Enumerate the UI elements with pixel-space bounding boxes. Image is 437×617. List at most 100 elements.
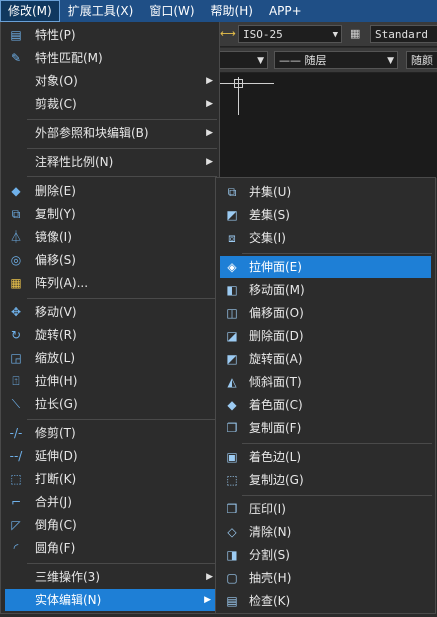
menu-separator [27,298,217,299]
mirror-icon: ⏃ [9,230,22,244]
submenu-item-color-faces[interactable]: ◆ 着色面(C) [216,394,435,416]
rotate-faces-icon: ◩ [226,352,238,366]
menu-window[interactable]: 窗口(W) [141,0,202,22]
menu-separator [242,443,432,444]
check-icon: ▤ [226,594,238,608]
chevron-down-icon: ▼ [387,56,394,66]
fillet-icon: ◜ [13,541,19,555]
submenu-item-copy-edges[interactable]: ⬚ 复制边(G) [216,469,435,491]
extend-icon: --/ [9,449,23,463]
join-icon: ⌐ [10,495,22,509]
menu-extended-tools[interactable]: 扩展工具(X) [60,0,142,22]
menu-item-offset[interactable]: ◎ 偏移(S) [1,249,219,271]
color-edges-icon: ▣ [226,450,238,464]
menu-item-solid-editing[interactable]: 实体编辑(N) ▶ [5,589,217,611]
drawing-canvas[interactable] [216,73,437,178]
menu-item-mirror[interactable]: ⏃ 镜像(I) [1,226,219,248]
stretch-icon: ⍐ [12,374,20,388]
rotate-icon: ↻ [10,328,22,342]
menu-item-fillet[interactable]: ◜ 圆角(F) [1,537,219,559]
submenu-arrow-icon: ▶ [206,157,213,167]
submenu-item-union[interactable]: ⧉ 并集(U) [216,181,435,203]
styles-toolbar: ⟷ ISO-25 ▼ ▦ Standard [216,22,437,47]
menu-item-match-properties[interactable]: ✎ 特性匹配(M) [1,47,219,69]
menu-bar: 修改(M) 扩展工具(X) 窗口(W) 帮助(H) APP+ [0,0,437,22]
menu-item-copy[interactable]: ⧉ 复制(Y) [1,203,219,225]
menu-separator [242,253,432,254]
submenu-arrow-icon: ▶ [206,99,213,109]
menu-item-erase[interactable]: ◆ 删除(E) [1,180,219,202]
submenu-item-check[interactable]: ▤ 检查(K) [216,590,435,612]
menu-help[interactable]: 帮助(H) [203,0,261,22]
dimension-style-combo[interactable]: ISO-25 ▼ [238,25,342,43]
submenu-item-shell[interactable]: ▢ 抽壳(H) [216,567,435,589]
move-faces-icon: ◧ [226,283,238,297]
menu-separator [27,563,217,564]
menu-item-stretch[interactable]: ⍐ 拉伸(H) [1,370,219,392]
menu-item-scale[interactable]: ◲ 缩放(L) [1,347,219,369]
menu-separator [27,419,217,420]
submenu-item-move-faces[interactable]: ◧ 移动面(M) [216,279,435,301]
submenu-arrow-icon: ▶ [206,76,213,86]
menu-item-lengthen[interactable]: ⟍ 拉长(G) [1,393,219,415]
menu-item-break[interactable]: ⬚ 打断(K) [1,468,219,490]
copy-icon: ⧉ [11,207,21,221]
submenu-item-copy-faces[interactable]: ❐ 复制面(F) [216,417,435,439]
shell-icon: ▢ [226,571,238,585]
lengthen-icon: ⟍ [11,397,21,411]
menu-item-chamfer[interactable]: ◸ 倒角(C) [1,514,219,536]
menu-item-move[interactable]: ✥ 移动(V) [1,301,219,323]
submenu-item-rotate-faces[interactable]: ◩ 旋转面(A) [216,348,435,370]
offset-icon: ◎ [10,253,22,267]
match-properties-icon: ✎ [10,51,22,65]
submenu-item-delete-faces[interactable]: ◪ 删除面(D) [216,325,435,347]
menu-item-3d-operations[interactable]: 三维操作(3) ▶ [1,566,219,588]
submenu-arrow-icon: ▶ [206,572,213,582]
submenu-item-intersect[interactable]: ⧈ 交集(I) [216,227,435,249]
submenu-item-separate[interactable]: ◨ 分割(S) [216,544,435,566]
layer-color-combo-tail[interactable]: ▼ [216,51,268,69]
submenu-item-clean[interactable]: ◇ 清除(N) [216,521,435,543]
submenu-item-offset-faces[interactable]: ◫ 偏移面(O) [216,302,435,324]
submenu-item-taper-faces[interactable]: ◭ 倾斜面(T) [216,371,435,393]
lineweight-combo[interactable]: 随颜 [406,51,437,69]
menu-item-xref-block-edit[interactable]: 外部参照和块编辑(B) ▶ [1,122,219,144]
extrude-faces-icon: ◈ [227,260,237,274]
delete-faces-icon: ◪ [226,329,238,343]
taper-faces-icon: ◭ [227,375,237,389]
menu-item-array[interactable]: ▦ 阵列(A)... [1,272,219,294]
chevron-down-icon: ▼ [257,56,264,66]
menu-separator [27,119,217,120]
menu-modify[interactable]: 修改(M) [0,0,60,22]
menu-item-object[interactable]: 对象(O) ▶ [1,70,219,92]
dimension-style-icon: ⟷ [220,27,236,40]
offset-faces-icon: ◫ [226,306,238,320]
copy-faces-icon: ❐ [226,421,238,435]
separate-icon: ◨ [226,548,238,562]
menu-item-trim[interactable]: -/- 修剪(T) [1,422,219,444]
move-icon: ✥ [10,305,22,319]
menu-item-rotate[interactable]: ↻ 旋转(R) [1,324,219,346]
submenu-arrow-icon: ▶ [206,128,213,138]
submenu-item-subtract[interactable]: ◩ 差集(S) [216,204,435,226]
imprint-icon: ❒ [226,502,238,516]
properties-toolbar: ▼ —— 随层 ▼ 随颜 [216,48,437,73]
submenu-item-imprint[interactable]: ❒ 压印(I) [216,498,435,520]
chevron-down-icon: ▼ [332,30,338,40]
intersect-icon: ⧈ [228,231,236,245]
text-style-combo[interactable]: Standard [370,25,437,43]
scale-icon: ◲ [10,351,22,365]
linetype-combo[interactable]: —— 随层 ▼ [274,51,398,69]
properties-icon: ▤ [10,28,22,42]
menu-item-join[interactable]: ⌐ 合并(J) [1,491,219,513]
menu-item-extend[interactable]: --/ 延伸(D) [1,445,219,467]
submenu-item-extrude-faces[interactable]: ◈ 拉伸面(E) [220,256,431,278]
menu-item-clip[interactable]: 剪裁(C) ▶ [1,93,219,115]
copy-edges-icon: ⬚ [226,473,238,487]
chamfer-icon: ◸ [11,518,21,532]
eraser-icon: ◆ [11,184,21,198]
menu-item-properties[interactable]: ▤ 特性(P) [1,24,219,46]
menu-item-annotative-scale[interactable]: 注释性比例(N) ▶ [1,151,219,173]
menu-app-plus[interactable]: APP+ [261,0,310,22]
submenu-item-color-edges[interactable]: ▣ 着色边(L) [216,446,435,468]
